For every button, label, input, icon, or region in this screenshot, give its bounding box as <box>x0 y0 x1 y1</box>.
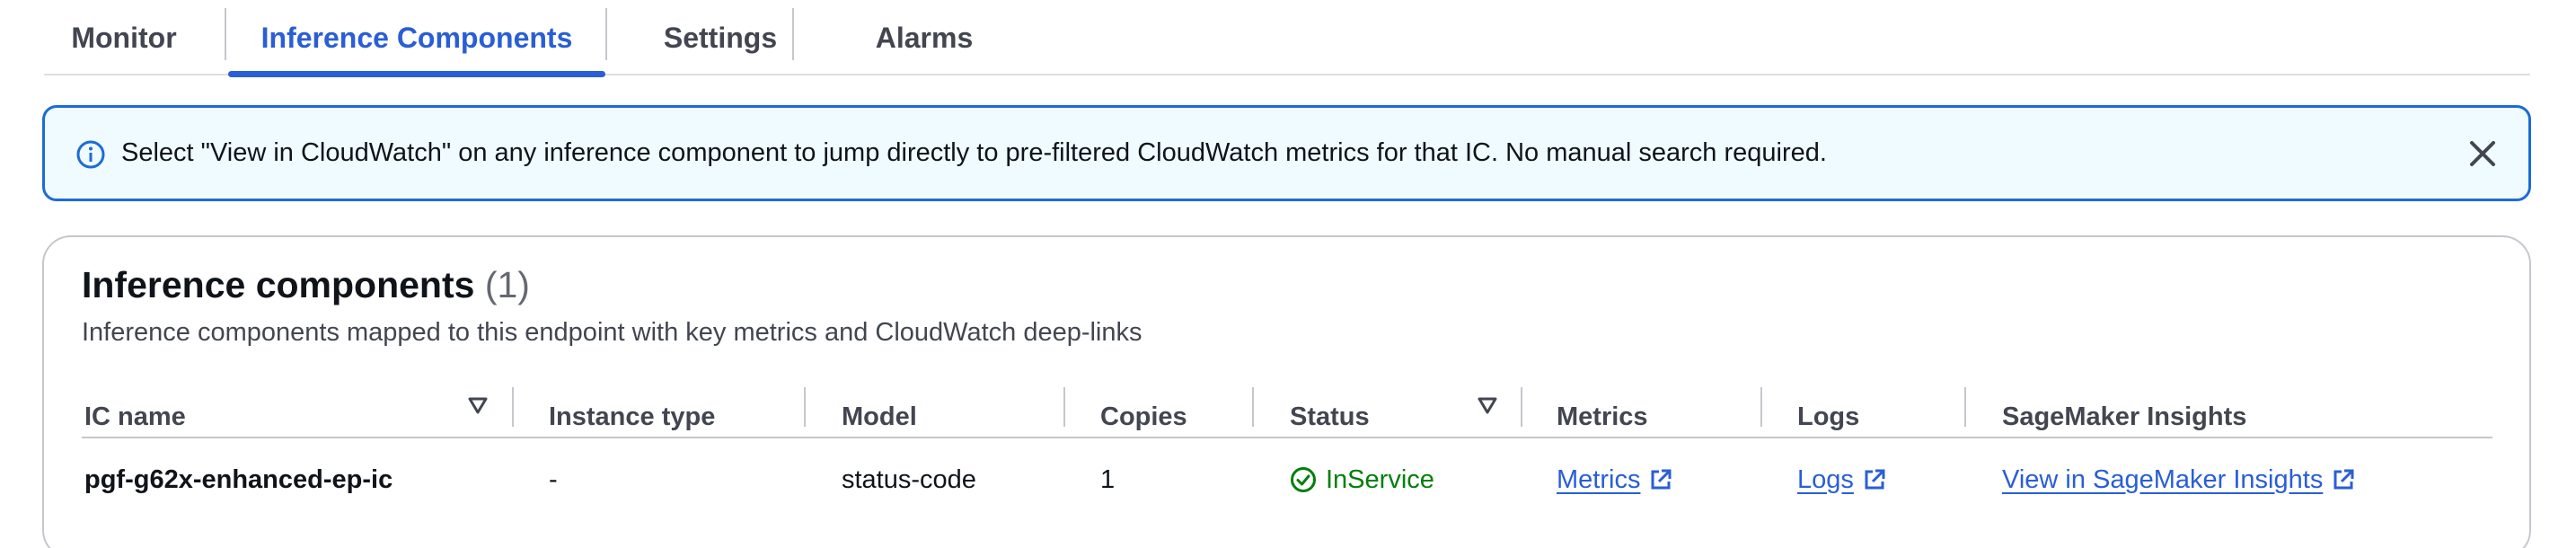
tab-inference-components[interactable]: Inference Components <box>228 0 605 77</box>
metrics-link[interactable]: Metrics <box>1557 465 1672 495</box>
column-header-logs[interactable]: Logs <box>1797 385 1859 448</box>
status-text: InService <box>1326 464 1434 494</box>
inference-components-panel: Inference components (1) Inference compo… <box>42 235 2531 548</box>
external-link-icon <box>1651 469 1672 490</box>
column-header-copies[interactable]: Copies <box>1100 385 1187 448</box>
sagemaker-insights-link-label: View in SageMaker Insights <box>2002 464 2324 494</box>
panel-count: (1) <box>484 264 530 305</box>
column-divider <box>804 387 806 427</box>
cell-ic-name: pgf-g62x-enhanced-ep-ic <box>84 464 393 494</box>
banner-message: Select "View in CloudWatch" on any infer… <box>121 138 1827 167</box>
logs-link[interactable]: Logs <box>1797 465 1886 495</box>
external-link-icon <box>1865 469 1885 490</box>
panel-title-text: Inference components <box>82 264 475 305</box>
cell-logs: Logs <box>1797 453 1886 507</box>
column-header-sagemaker-insights[interactable]: SageMaker Insights <box>2002 385 2246 448</box>
tab-bar: Monitor Inference Components Settings Al… <box>44 0 2530 77</box>
column-divider <box>1760 387 1762 427</box>
cell-copies: 1 <box>1100 464 1116 494</box>
close-icon[interactable] <box>2467 138 2498 169</box>
info-banner: Select "View in CloudWatch" on any infer… <box>42 105 2531 201</box>
metrics-link-label: Metrics <box>1557 464 1641 494</box>
external-link-icon <box>2333 469 2354 490</box>
panel-description: Inference components mapped to this endp… <box>82 318 1142 347</box>
column-divider <box>1063 387 1065 427</box>
column-header-ic-name[interactable]: IC name <box>84 385 186 448</box>
tab-alarms[interactable]: Alarms <box>794 0 1054 75</box>
column-header-metrics[interactable]: Metrics <box>1557 385 1648 448</box>
cell-status: InService <box>1290 453 1434 507</box>
column-divider <box>1521 387 1522 427</box>
cell-instance-type: - <box>549 464 558 494</box>
sort-icon[interactable] <box>466 393 490 417</box>
panel-title: Inference components (1) <box>82 264 530 306</box>
tab-divider <box>225 8 226 60</box>
tab-monitor[interactable]: Monitor <box>44 0 204 75</box>
sort-icon[interactable] <box>1476 393 1499 417</box>
check-circle-icon <box>1291 467 1316 492</box>
column-divider <box>1252 387 1254 427</box>
column-header-instance-type[interactable]: Instance type <box>549 385 715 448</box>
sagemaker-insights-link[interactable]: View in SageMaker Insights <box>2002 465 2355 495</box>
table-header-divider <box>82 437 2492 438</box>
column-header-model[interactable]: Model <box>842 385 917 448</box>
cell-model: status-code <box>842 464 976 494</box>
logs-link-label: Logs <box>1797 464 1854 494</box>
status-badge: InService <box>1290 465 1434 495</box>
info-icon <box>76 140 105 169</box>
cell-metrics: Metrics <box>1557 453 1672 507</box>
column-divider <box>512 387 514 427</box>
column-header-status[interactable]: Status <box>1290 385 1370 448</box>
column-divider <box>1964 387 1966 427</box>
cell-sagemaker-insights: View in SageMaker Insights <box>2002 453 2355 507</box>
